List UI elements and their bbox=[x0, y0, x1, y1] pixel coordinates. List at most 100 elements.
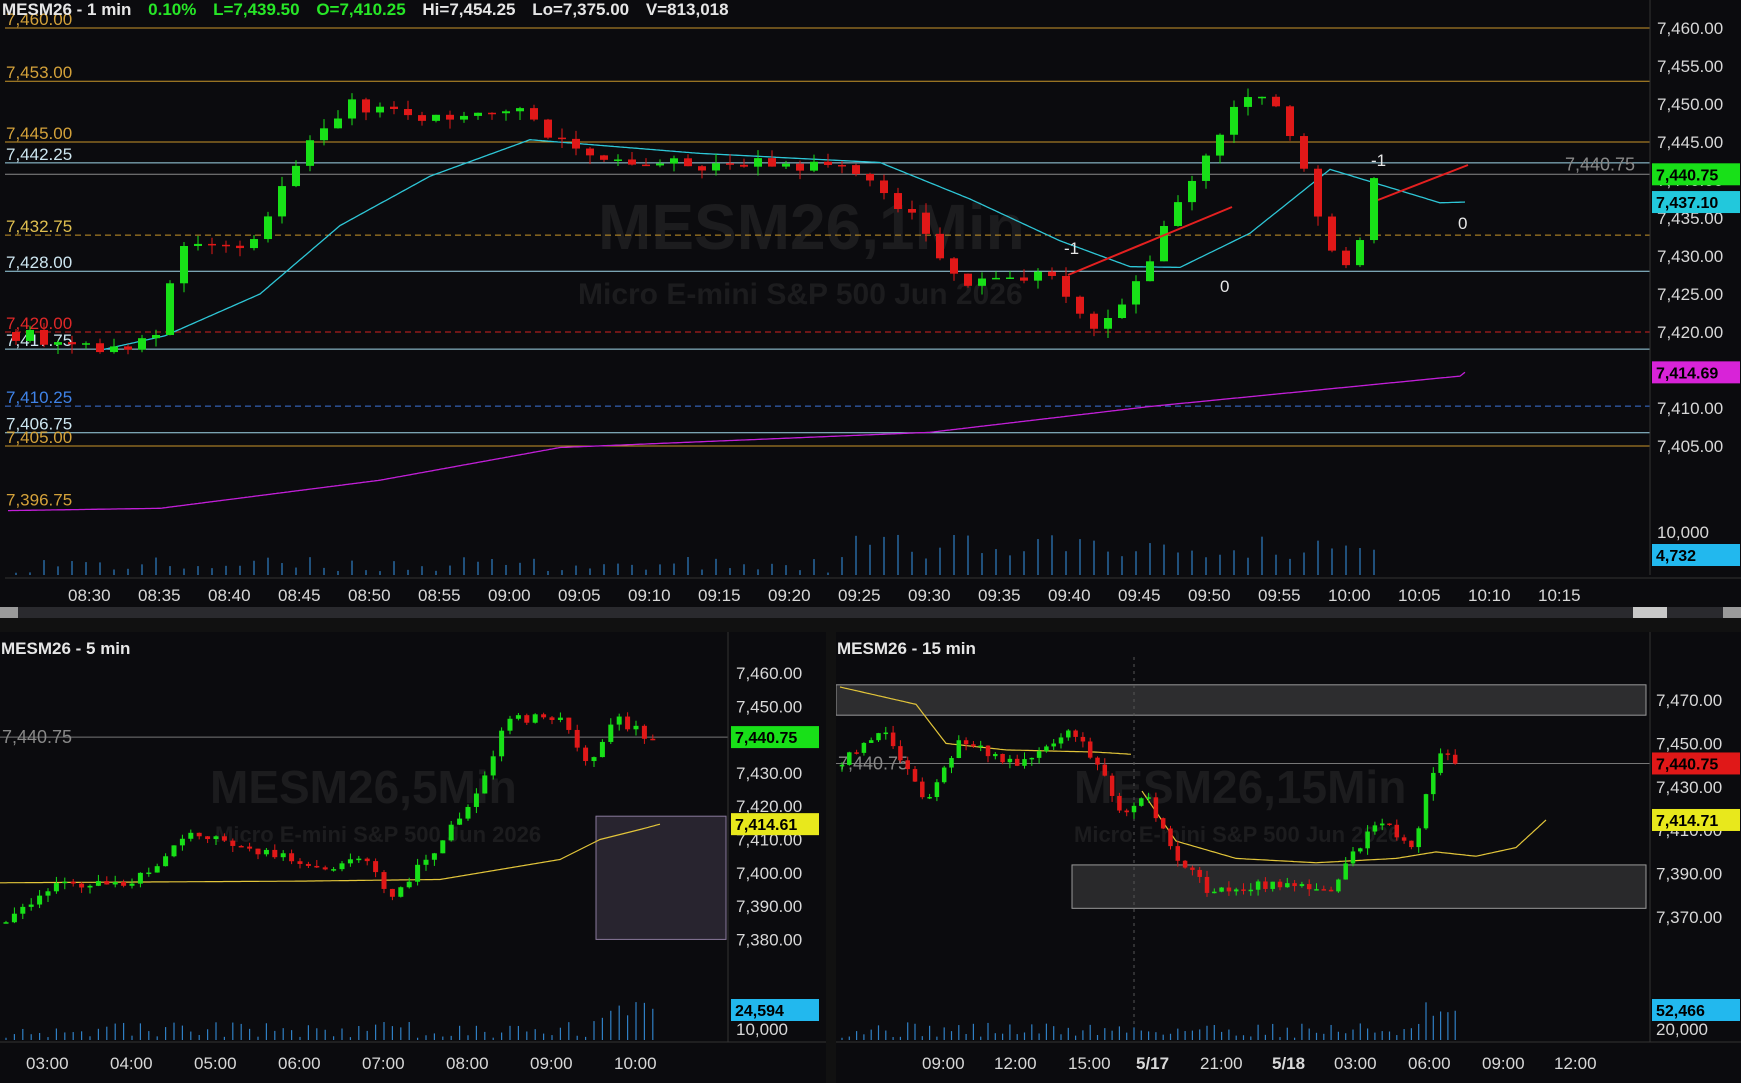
bl-candle bbox=[154, 866, 160, 873]
volume-tag: 52,466 bbox=[1656, 1003, 1705, 1020]
br-candle bbox=[1387, 823, 1392, 826]
panel-separator-horizontal[interactable] bbox=[0, 618, 1741, 632]
high-price: Hi=7,454.25 bbox=[422, 0, 516, 19]
time-axis-tick: 5/17 bbox=[1136, 1054, 1169, 1073]
bl-candle bbox=[28, 904, 34, 907]
main-candle bbox=[502, 111, 510, 114]
time-axis-tick: 10:00 bbox=[614, 1054, 657, 1073]
br-candle bbox=[1285, 883, 1290, 888]
main-candle bbox=[96, 343, 104, 353]
main-candle bbox=[1370, 178, 1378, 241]
bl-candle bbox=[3, 922, 9, 924]
bl-candle bbox=[221, 836, 227, 841]
time-axis-tick: 08:55 bbox=[418, 586, 461, 605]
main-candle bbox=[642, 164, 650, 167]
bl-candle bbox=[129, 883, 135, 886]
main-chart-panel[interactable]: MESM26,1Min Micro E-mini S&P 500 Jun 202… bbox=[0, 0, 1741, 618]
bl-candle bbox=[490, 756, 496, 776]
price-axis-tick: 7,425.00 bbox=[1657, 285, 1723, 304]
time-axis-tick: 10:10 bbox=[1468, 586, 1511, 605]
br-candle bbox=[1445, 753, 1451, 755]
bl-candle bbox=[121, 882, 127, 886]
br-candle bbox=[1328, 889, 1334, 892]
price-level-label: 7,453.00 bbox=[6, 63, 72, 82]
price-axis-tick: 7,410.00 bbox=[1657, 399, 1723, 418]
bl-candle bbox=[87, 885, 93, 888]
time-axis-tick: 10:00 bbox=[1328, 586, 1371, 605]
price-axis-tick: 7,450.00 bbox=[1656, 734, 1722, 753]
main-candle bbox=[320, 128, 328, 141]
price-axis-tick: 7,470.00 bbox=[1656, 691, 1722, 710]
bl-candle bbox=[339, 863, 345, 870]
price-axis-tick: 7,450.00 bbox=[736, 697, 802, 716]
volume-value: V=813,018 bbox=[645, 0, 729, 19]
scrollbar-left-cap[interactable] bbox=[0, 607, 18, 618]
scrollbar-right-cap[interactable] bbox=[1723, 607, 1741, 618]
bl-candle bbox=[280, 853, 286, 858]
time-axis-tick: 10:15 bbox=[1538, 586, 1581, 605]
time-axis-tick: 15:00 bbox=[1068, 1054, 1111, 1073]
main-candle bbox=[628, 159, 636, 165]
time-axis-tick: 09:05 bbox=[558, 586, 601, 605]
price-tag: 7,414.61 bbox=[735, 817, 797, 834]
main-candle bbox=[334, 118, 342, 129]
main-candle bbox=[1328, 216, 1336, 251]
br-candle bbox=[1372, 825, 1378, 832]
time-axis-tick: 08:40 bbox=[208, 586, 251, 605]
bl-candle bbox=[381, 872, 387, 889]
bl-candle bbox=[263, 849, 269, 855]
price-axis-tick: 7,450.00 bbox=[1657, 95, 1723, 114]
change-percent: 0.10% bbox=[148, 0, 197, 19]
br-candle bbox=[1299, 884, 1305, 887]
br-candle bbox=[854, 752, 859, 754]
bl-candle bbox=[549, 717, 555, 720]
panel-separator-vertical[interactable] bbox=[826, 632, 836, 1083]
main-candle bbox=[460, 115, 468, 120]
time-axis-tick: 09:40 bbox=[1048, 586, 1091, 605]
main-candle bbox=[250, 239, 258, 249]
horizontal-scrollbar[interactable] bbox=[0, 607, 1741, 618]
main-candle bbox=[992, 277, 1000, 280]
main-candle bbox=[1020, 277, 1028, 281]
main-candle bbox=[796, 163, 804, 171]
main-candle bbox=[348, 99, 356, 119]
time-axis-tick: 03:00 bbox=[1334, 1054, 1377, 1073]
br-candle bbox=[956, 740, 962, 759]
time-axis-tick: 09:45 bbox=[1118, 586, 1161, 605]
main-candle bbox=[1216, 134, 1224, 156]
price-axis-tick: 7,430.00 bbox=[736, 764, 802, 783]
main-candle bbox=[390, 106, 398, 110]
price-axis-tick: 7,460.00 bbox=[736, 664, 802, 683]
price-level-label: 7,405.00 bbox=[6, 428, 72, 447]
main-candle bbox=[1034, 271, 1042, 281]
bl-candle bbox=[583, 747, 589, 762]
time-axis-tick: 05:00 bbox=[194, 1054, 237, 1073]
volume-tag: 4,732 bbox=[1656, 548, 1696, 565]
main-candle bbox=[838, 164, 846, 167]
price-axis-tick: 7,420.00 bbox=[1657, 323, 1723, 342]
main-candle bbox=[152, 334, 160, 339]
bl-candle bbox=[289, 853, 295, 862]
br-candle bbox=[1233, 889, 1239, 892]
five-minute-chart-svg[interactable]: 7,440.757,460.007,450.007,440.007,430.00… bbox=[0, 632, 826, 1083]
volume-axis-tick: 10,000 bbox=[1657, 523, 1709, 542]
main-chart-svg[interactable]: 7,460.00 7,453.00 7,445.00 7,442.25 7,432.75… bbox=[0, 0, 1741, 618]
main-candle bbox=[292, 165, 300, 187]
price-axis-tick: 7,430.00 bbox=[1657, 247, 1723, 266]
main-candle bbox=[110, 346, 118, 353]
time-axis-tick: 09:50 bbox=[1188, 586, 1231, 605]
bl-candle bbox=[272, 849, 278, 858]
br-candle bbox=[1109, 775, 1115, 796]
five-minute-chart-panel[interactable]: MESM26,5Min Micro E-mini S&P 500 Jun 202… bbox=[0, 632, 826, 1083]
annotation-label: 0 bbox=[1220, 277, 1229, 296]
br-candle bbox=[1029, 757, 1035, 760]
price-axis-tick: 7,405.00 bbox=[1657, 437, 1723, 456]
scrollbar-thumb[interactable] bbox=[1633, 607, 1667, 618]
main-candle bbox=[1090, 313, 1098, 329]
fifteen-minute-chart-panel[interactable]: MESM26,15Min Micro E-mini S&P 500 Jun 20… bbox=[836, 632, 1741, 1083]
main-candle bbox=[558, 137, 566, 140]
bl-candle bbox=[95, 881, 101, 886]
br-candle bbox=[1292, 883, 1297, 887]
fifteen-minute-chart-svg[interactable]: 7,440.757,470.007,450.007,430.007,410.00… bbox=[836, 632, 1741, 1083]
bl-header: MESM26 - 5 min bbox=[1, 639, 131, 658]
